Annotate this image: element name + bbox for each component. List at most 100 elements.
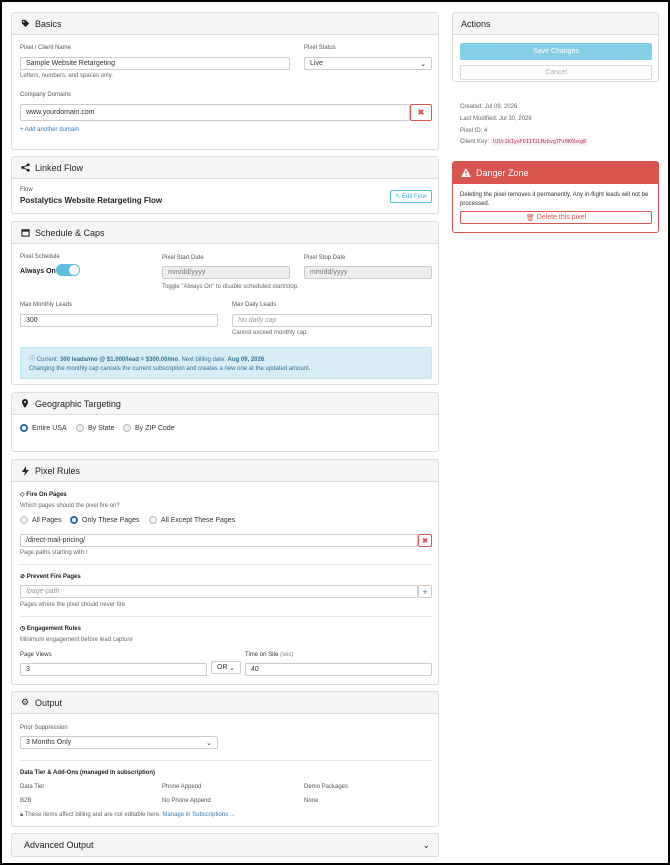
- geo-option-entire-usa[interactable]: Entire USA: [20, 424, 67, 432]
- linked-flow-title: Linked Flow: [35, 162, 84, 173]
- info-bold: 300 leads/mo @ $1.000/lead = $300.00/mo: [60, 357, 179, 363]
- client-key-row: Client Key: UJUr2kIyoFOI1T2LMzbvg7Fz0K6b…: [460, 138, 589, 146]
- demo-value: None: [304, 798, 319, 804]
- monthly-input[interactable]: 300: [20, 314, 218, 327]
- diamond-icon: ◇: [20, 492, 25, 498]
- actions-title: Actions: [461, 18, 491, 29]
- geo-option-by-state[interactable]: By State: [76, 424, 114, 432]
- remove-page-button[interactable]: ✖: [418, 534, 432, 547]
- add-prevent-button[interactable]: +: [418, 585, 432, 598]
- daily-placeholder: No daily cap: [238, 317, 277, 324]
- modified-date: Last Modified: Jul 30, 2026: [460, 116, 532, 122]
- delete-pixel-button[interactable]: 🗑︎ Delete this pixel: [460, 211, 652, 224]
- actions-header: Actions: [453, 13, 658, 35]
- remove-domain-button[interactable]: ✖: [410, 104, 432, 121]
- danger-text: Deleting the pixel removes it permanentl…: [460, 192, 649, 207]
- info-mid: . Next billing date:: [178, 357, 228, 363]
- time-on-site-input[interactable]: 40: [245, 663, 432, 676]
- time-unit: (sec): [280, 652, 294, 658]
- flow-label: Flow: [20, 187, 33, 193]
- name-input[interactable]: Sample Website Retargeting: [20, 57, 290, 70]
- advanced-output-header[interactable]: Advanced Output ⌄: [12, 834, 438, 856]
- name-value: Sample Website Retargeting: [26, 60, 115, 67]
- engagement-title: ◷ Engagement Rules: [20, 625, 81, 632]
- output-title: Output: [35, 697, 63, 708]
- output-header: ⚙ Output: [12, 692, 438, 714]
- billing-line-2: Changing the monthly cap cancels the cur…: [29, 366, 311, 372]
- start-date-input[interactable]: mm/dd/yyyy: [162, 266, 290, 279]
- manage-subscriptions-link[interactable]: Manage in Subscriptions →: [162, 812, 235, 818]
- prior-suppression-label: Prior Suppression: [20, 725, 68, 731]
- start-date-label: Pixel Start Date: [162, 255, 204, 261]
- divider: [20, 564, 432, 565]
- operator-value: OR: [217, 664, 228, 671]
- prior-suppression-select[interactable]: 3 Months Only ⌄: [20, 736, 218, 749]
- pixel-rules-header: Pixel Rules: [12, 460, 438, 482]
- domain-value: www.yourdomain.com: [26, 109, 95, 116]
- gear-icon: ⚙: [20, 697, 30, 707]
- fire-option-all-except[interactable]: All Except These Pages: [149, 516, 235, 524]
- basics-panel: Basics Pixel / Client Name Sample Websit…: [11, 12, 439, 150]
- geo-header: Geographic Targeting: [12, 393, 438, 415]
- close-icon: ✖: [417, 108, 425, 117]
- schedule-label: Pixel Schedule: [20, 254, 60, 260]
- fire-option-label: Only These Pages: [82, 516, 140, 524]
- radio-icon: [76, 424, 84, 432]
- edit-flow-button[interactable]: ✎ Edit Flow: [390, 190, 432, 203]
- page-path-value: /direct-mail-pricing/: [26, 537, 86, 544]
- status-select[interactable]: Live ⌄: [304, 57, 432, 70]
- toggle-knob: [69, 265, 79, 275]
- divider: [20, 760, 432, 761]
- client-key-label: Client Key:: [460, 139, 490, 145]
- radio-icon: [20, 424, 28, 432]
- chevron-down-icon: ⌄: [229, 664, 235, 672]
- basics-header: Basics: [12, 13, 438, 35]
- geo-option-by-zip[interactable]: By ZIP Code: [123, 424, 175, 432]
- client-key-value: UJUr2kIyoFOI1T2LMzbvg7Fz0K6bsg8: [490, 138, 589, 146]
- chevron-down-icon: ⌄: [420, 60, 426, 68]
- clock-icon: ◷: [20, 626, 26, 632]
- calendar-icon: [20, 228, 30, 237]
- demo-label: Demo Packages: [304, 784, 349, 790]
- time-on-site-value: 40: [251, 666, 259, 673]
- fire-option-all-pages[interactable]: All Pages: [20, 516, 62, 524]
- pixel-rules-panel: Pixel Rules ◇ Fire On Pages Which pages …: [11, 459, 439, 685]
- domains-label: Company Domains: [20, 92, 72, 98]
- page-views-label: Page Views: [20, 652, 52, 658]
- prevent-path-input[interactable]: /page-path: [20, 585, 418, 598]
- stop-date-input[interactable]: mm/dd/yyyy: [304, 266, 432, 279]
- prevent-fire-title: ⊘ Prevent Fire Pages: [20, 573, 81, 580]
- schedule-panel: Schedule & Caps Pixel Schedule Always On…: [11, 221, 439, 385]
- fire-option-only-these[interactable]: Only These Pages: [70, 516, 139, 524]
- operator-select[interactable]: OR ⌄: [211, 661, 241, 674]
- add-domain-link[interactable]: + Add another domain: [20, 127, 79, 133]
- start-date-placeholder: mm/dd/yyyy: [168, 269, 206, 276]
- danger-zone-header: Danger Zone: [453, 162, 658, 184]
- always-on-label: Always On: [20, 268, 56, 275]
- cancel-button[interactable]: Cancel: [460, 65, 652, 80]
- trash-icon: 🗑︎: [525, 214, 535, 222]
- tier-label: Data Tier: [20, 784, 45, 790]
- prevent-help: Pages where the pixel should never fire: [20, 602, 126, 608]
- chevron-down-icon: ⌄: [206, 739, 212, 747]
- domain-input[interactable]: www.yourdomain.com: [20, 104, 410, 121]
- monthly-value: 300: [26, 317, 38, 324]
- billing-note: 🔒︎ These items affect billing and are no…: [20, 812, 236, 819]
- page-path-input[interactable]: /direct-mail-pricing/: [20, 534, 418, 547]
- advanced-output-panel[interactable]: Advanced Output ⌄: [11, 833, 439, 857]
- tier-value: B2B: [20, 798, 32, 804]
- fire-title-text: Fire On Pages: [26, 492, 67, 498]
- map-marker-icon: [20, 398, 30, 409]
- daily-input[interactable]: No daily cap: [232, 314, 432, 327]
- always-on-toggle[interactable]: [56, 264, 80, 276]
- geo-option-label: Entire USA: [32, 424, 67, 432]
- time-on-site-label: Time on Site (sec): [245, 652, 293, 658]
- advanced-output-title: Advanced Output: [24, 840, 94, 850]
- ban-icon: ⊘: [20, 574, 26, 580]
- fire-option-label: All Pages: [32, 516, 62, 524]
- pixel-id: Pixel ID: 4: [460, 128, 488, 134]
- status-label: Pixel Status: [304, 45, 336, 51]
- output-panel: ⚙ Output Prior Suppression 3 Months Only ⌄…: [11, 691, 439, 827]
- page-views-input[interactable]: 3: [20, 663, 207, 676]
- save-changes-button[interactable]: Save Changes: [460, 43, 652, 60]
